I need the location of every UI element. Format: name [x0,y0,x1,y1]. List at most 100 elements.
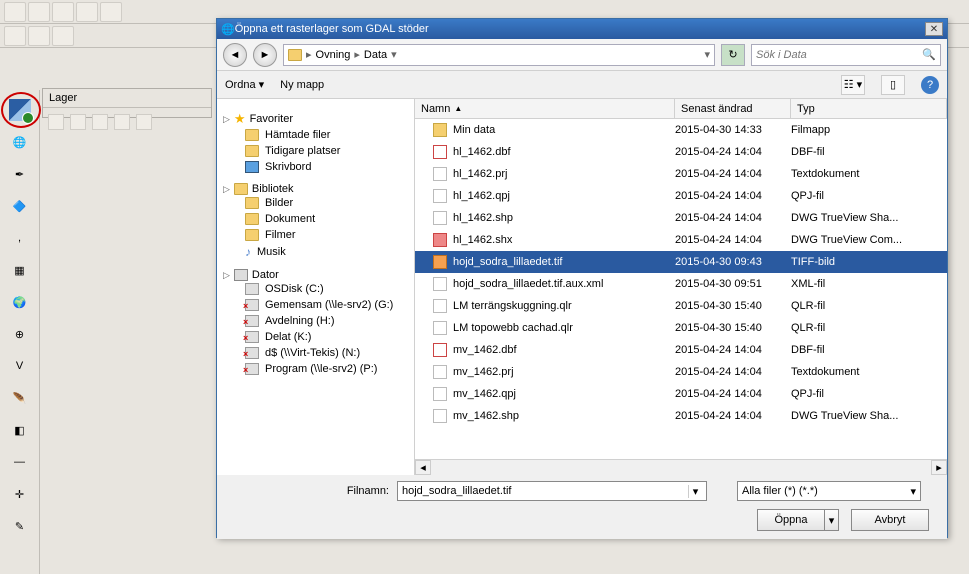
breadcrumb[interactable]: ▸ Ovning ▸ Data ▾ ▾ [283,44,715,66]
toolbar-btn[interactable] [4,2,26,22]
file-icon [433,365,447,379]
nav-item-music[interactable]: ♪Musik [217,243,414,261]
refresh-button[interactable]: ↻ [721,44,745,66]
close-button[interactable]: ✕ [925,22,943,36]
toolbar-btn[interactable] [28,26,50,46]
preview-pane-button[interactable]: ▯ [881,75,905,95]
col-type[interactable]: Typ [791,99,947,118]
network-drive-icon [245,347,259,359]
nav-item-documents[interactable]: Dokument [217,211,414,227]
search-box[interactable]: 🔍 [751,44,941,66]
add-raster-layer-button[interactable] [6,96,34,124]
layer-tool-icon[interactable] [92,114,108,130]
filetype-filter[interactable]: Alla filer (*) (*.*) ▾ [737,481,921,501]
layer-tool-icon[interactable] [70,114,86,130]
left-tool[interactable]: 🔷 [6,192,34,220]
nav-drive-c[interactable]: OSDisk (C:) [217,281,414,297]
nav-item-downloads[interactable]: Hämtade filer [217,127,414,143]
left-tool[interactable]: 🌐 [6,128,34,156]
left-tool[interactable]: — [6,448,34,476]
layer-tool-icon[interactable] [114,114,130,130]
layer-tool-icon[interactable] [136,114,152,130]
file-type: Textdokument [791,366,947,378]
filename-input[interactable]: hojd_sodra_lillaedet.tif ▾ [397,481,707,501]
left-tool[interactable]: ✛ [6,480,34,508]
scroll-right-icon[interactable]: ▸ [931,460,947,475]
nav-item-pictures[interactable]: Bilder [217,195,414,211]
nav-back-button[interactable]: ◄ [223,43,247,67]
col-name[interactable]: Namn ▲ [415,99,675,118]
left-tool[interactable]: V [6,352,34,380]
libraries-header[interactable]: Bibliotek [217,183,414,195]
organize-menu[interactable]: Ordna ▾ [225,78,264,91]
folder-icon [245,213,259,225]
nav-drive-k[interactable]: Delat (K:) [217,329,414,345]
toolbar-btn[interactable] [76,2,98,22]
file-row[interactable]: mv_1462.dbf2015-04-24 14:04DBF-fil [415,339,947,361]
favorites-header[interactable]: ★Favoriter [217,111,414,127]
left-toolbar: 🌐 ✒ 🔷 , ▦ 🌍 ⊕ V 🪶 ◧ — ✛ ✎ [0,90,40,574]
open-button-dropdown[interactable]: ▾ [825,509,839,531]
file-row[interactable]: hl_1462.shp2015-04-24 14:04DWG TrueView … [415,207,947,229]
file-name: mv_1462.qpj [453,388,516,400]
new-folder-button[interactable]: Ny mapp [280,79,324,91]
file-row[interactable]: hojd_sodra_lillaedet.tif2015-04-30 09:43… [415,251,947,273]
nav-forward-button[interactable]: ► [253,43,277,67]
file-row[interactable]: mv_1462.qpj2015-04-24 14:04QPJ-fil [415,383,947,405]
nav-drive-p[interactable]: Program (\\le-srv2) (P:) [217,361,414,377]
toolbar-btn[interactable] [28,2,50,22]
file-row[interactable]: hojd_sodra_lillaedet.tif.aux.xml2015-04-… [415,273,947,295]
file-row[interactable]: LM topowebb cachad.qlr2015-04-30 15:40QL… [415,317,947,339]
col-date[interactable]: Senast ändrad [675,99,791,118]
open-button[interactable]: Öppna [757,509,825,531]
view-mode-button[interactable]: ☷ ▾ [841,75,865,95]
nav-tree: ★Favoriter Hämtade filer Tidigare platse… [217,99,415,475]
left-tool[interactable]: ◧ [6,416,34,444]
nav-item-desktop[interactable]: Skrivbord [217,159,414,175]
folder-icon [245,129,259,141]
file-row[interactable]: hl_1462.dbf2015-04-24 14:04DBF-fil [415,141,947,163]
h-scrollbar[interactable]: ◂ ▸ [415,459,947,475]
toolbar-btn[interactable] [100,2,122,22]
file-icon [433,211,447,225]
file-row[interactable]: hl_1462.prj2015-04-24 14:04Textdokument [415,163,947,185]
left-tool[interactable]: , [6,224,34,252]
left-tool[interactable]: 🪶 [6,384,34,412]
help-button[interactable]: ? [921,76,939,94]
left-tool[interactable]: ⊕ [6,320,34,348]
layer-tool-icon[interactable] [48,114,64,130]
file-open-dialog: 🌐 Öppna ett rasterlager som GDAL stöder … [216,18,948,538]
cancel-button[interactable]: Avbryt [851,509,929,531]
file-name: LM terrängskuggning.qlr [453,300,572,312]
left-tool[interactable]: ▦ [6,256,34,284]
nav-item-movies[interactable]: Filmer [217,227,414,243]
scroll-left-icon[interactable]: ◂ [415,460,431,475]
search-input[interactable] [756,49,922,61]
computer-header[interactable]: Dator [217,269,414,281]
nav-drive-h[interactable]: Avdelning (H:) [217,313,414,329]
left-tool[interactable]: ✎ [6,512,34,540]
breadcrumb-dropdown-icon[interactable]: ▾ [704,48,710,61]
breadcrumb-segment[interactable]: Ovning [316,49,351,61]
chevron-icon: ▸ [306,48,312,61]
toolbar-btn[interactable] [4,26,26,46]
filename-dropdown-icon[interactable]: ▾ [688,485,702,498]
file-row[interactable]: mv_1462.prj2015-04-24 14:04Textdokument [415,361,947,383]
file-row[interactable]: LM terrängskuggning.qlr2015-04-30 15:40Q… [415,295,947,317]
toolbar-btn[interactable] [52,2,74,22]
filter-dropdown-icon[interactable]: ▾ [910,485,916,498]
file-name: mv_1462.shp [453,410,519,422]
toolbar-btn[interactable] [52,26,74,46]
file-row[interactable]: hl_1462.shx2015-04-24 14:04DWG TrueView … [415,229,947,251]
left-tool[interactable]: ✒ [6,160,34,188]
nav-item-recent[interactable]: Tidigare platser [217,143,414,159]
file-name: Min data [453,124,495,136]
left-tool[interactable]: 🌍 [6,288,34,316]
file-row[interactable]: Min data2015-04-30 14:33Filmapp [415,119,947,141]
file-icon [433,233,447,247]
nav-drive-g[interactable]: Gemensam (\\le-srv2) (G:) [217,297,414,313]
nav-drive-n[interactable]: d$ (\\Virt-Tekis) (N:) [217,345,414,361]
file-row[interactable]: mv_1462.shp2015-04-24 14:04DWG TrueView … [415,405,947,427]
file-row[interactable]: hl_1462.qpj2015-04-24 14:04QPJ-fil [415,185,947,207]
breadcrumb-segment[interactable]: Data [364,49,387,61]
